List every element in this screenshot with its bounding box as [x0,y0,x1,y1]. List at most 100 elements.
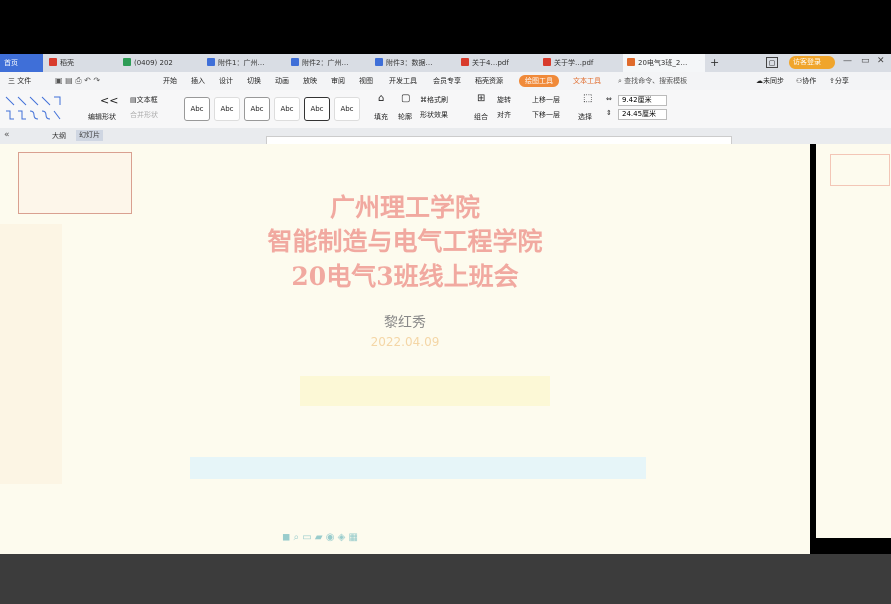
window-layout-icon[interactable]: ▢ [766,57,778,68]
slide-title-line1: 广州理工学院 [329,193,480,222]
maximize-icon[interactable]: ▭ [861,56,870,66]
bring-forward-label: 上移一层 [532,96,560,104]
tab-label: (0409) 202 [134,59,173,67]
tab-home[interactable]: 首页 [0,54,43,72]
shape-gallery-icon[interactable] [4,94,68,122]
fill-icon[interactable]: ⌂ [378,93,384,104]
tab-attachment-1[interactable]: 附件1：广州… [203,54,285,72]
align-label: 对齐 [497,111,511,119]
menu-start[interactable]: 开始 [163,72,177,90]
width-field[interactable]: 9.42厘米 [618,95,667,106]
tab-label: 20电气3班_2… [638,59,688,67]
tab-label: 首页 [4,59,18,67]
slide-canvas[interactable]: 广州理工学院 智能制造与电气工程学院 20电气3班线上班会 黎红秀 2022.0… [0,144,810,554]
format-painter-button[interactable]: ⌘格式刷 [420,95,448,105]
command-search[interactable]: ⌕ 查找命令、搜索模板 [618,72,687,90]
align-button[interactable]: 对齐 [497,110,511,120]
tab-pdf-2[interactable]: 关于学…pdf [539,54,621,72]
menu-transition[interactable]: 切换 [247,72,261,90]
new-tab-button[interactable]: + [707,54,723,72]
collab-button[interactable]: ⚇协作 [796,72,816,90]
login-label: 访客登录 [793,58,821,66]
sync-label: 未同步 [763,77,784,85]
collapse-panel-icon[interactable]: « [4,130,10,140]
quick-access-icons[interactable]: ▣ ▤ ⎙ ↶ ↷ [55,72,100,90]
shape-style-3[interactable]: Abc [244,97,270,121]
shape-style-2[interactable]: Abc [214,97,240,121]
select-button[interactable]: 选择 [578,112,592,122]
tab-attachment-2[interactable]: 附件2：广州… [287,54,369,72]
shape-style-6[interactable]: Abc [334,97,360,121]
fill-label: 填充 [374,113,388,121]
search-placeholder: 查找命令、搜索模板 [624,77,688,85]
tab-outline[interactable]: 大纲 [52,131,66,141]
select-icon[interactable]: ⬚ [583,93,592,104]
shape-effect-button[interactable]: 形状效果 [420,110,448,120]
tab-label: 附件2：广州… [302,59,349,67]
menu-view[interactable]: 视图 [359,72,373,90]
tab-label: 关于学…pdf [554,59,594,67]
fill-button[interactable]: 填充 [374,112,388,122]
select-label: 选择 [578,113,592,121]
slide-presenter: 黎红秀 [384,315,426,331]
slide-date: 2022.04.09 [370,335,440,349]
menu-animation[interactable]: 动画 [275,72,289,90]
preview-thumbnail [830,154,890,186]
desktop-band [0,554,891,604]
share-label: 分享 [834,77,849,85]
tab-attachment-3[interactable]: 附件3：数据… [371,54,455,72]
close-icon[interactable]: ✕ [877,56,885,66]
pdf-icon [461,58,469,66]
textbox-label: 文本框 [136,96,158,104]
textbox-button[interactable]: ▤文本框 [130,95,158,105]
height-field[interactable]: 24.45厘米 [618,109,667,120]
shape-arrow-icon[interactable]: << [100,94,118,107]
menu-review[interactable]: 审阅 [331,72,345,90]
slide-footer-band [190,457,646,479]
collab-label: 协作 [802,77,817,85]
menu-insert[interactable]: 插入 [191,72,205,90]
send-backward-button[interactable]: 下移一层 [532,110,560,120]
menu-member[interactable]: 会员专享 [433,72,461,90]
shape-style-5[interactable]: Abc [304,97,330,121]
tab-label: 附件1：广州… [218,59,265,67]
rotate-button[interactable]: 旋转 [497,95,511,105]
shape-style-4[interactable]: Abc [274,97,300,121]
outline-button[interactable]: 轮廓 [398,112,412,122]
tab-doc-0409[interactable]: (0409) 202 [119,54,201,72]
menu-slideshow[interactable]: 放映 [303,72,317,90]
tab-docer[interactable]: 稻壳 [45,54,117,72]
drawing-tools-tab[interactable]: 绘图工具 [519,75,559,87]
tab-slides[interactable]: 幻灯片 [76,130,103,141]
height-icon: ⇕ [606,109,612,117]
outline-icon[interactable]: ▢ [401,93,410,104]
sync-status[interactable]: ☁未同步 [756,72,784,90]
brush-icon: ⌘ [420,96,427,104]
slide-title-line3: 20电气3班线上班会 [291,262,519,291]
share-button[interactable]: ⇪分享 [829,72,849,90]
bring-forward-button[interactable]: 上移一层 [532,95,560,105]
group-icon[interactable]: ⊞ [477,93,485,104]
word-icon [207,58,215,66]
taskbar-icons[interactable]: ◼ ⌕ ▭ ▰ ◉ ◈ ▦ [282,532,358,543]
width-icon: ⇔ [606,95,612,103]
group-label: 组合 [474,113,488,121]
tab-label: 附件3：数据… [386,59,433,67]
edit-shape-label: 编辑形状 [88,113,116,121]
menu-developer[interactable]: 开发工具 [389,72,417,90]
word-icon [291,58,299,66]
minimize-icon[interactable]: — [843,56,852,66]
search-icon: ⌕ [618,77,622,85]
group-button[interactable]: 组合 [474,112,488,122]
login-button[interactable]: 访客登录 [789,56,835,69]
slide-decoration [300,376,550,406]
text-tools-tab[interactable]: 文本工具 [573,72,601,90]
merge-shape-button[interactable]: 合并形状 [130,110,158,120]
tab-pdf-1[interactable]: 关于4…pdf [457,54,537,72]
edit-shape-button[interactable]: 编辑形状 [88,112,116,122]
shape-style-1[interactable]: Abc [184,97,210,121]
file-menu[interactable]: 三 文件 [8,72,31,90]
menu-docer-resources[interactable]: 稻壳资源 [475,72,503,90]
tab-active-presentation[interactable]: 20电气3班_2… [623,54,705,72]
menu-design[interactable]: 设计 [219,72,233,90]
